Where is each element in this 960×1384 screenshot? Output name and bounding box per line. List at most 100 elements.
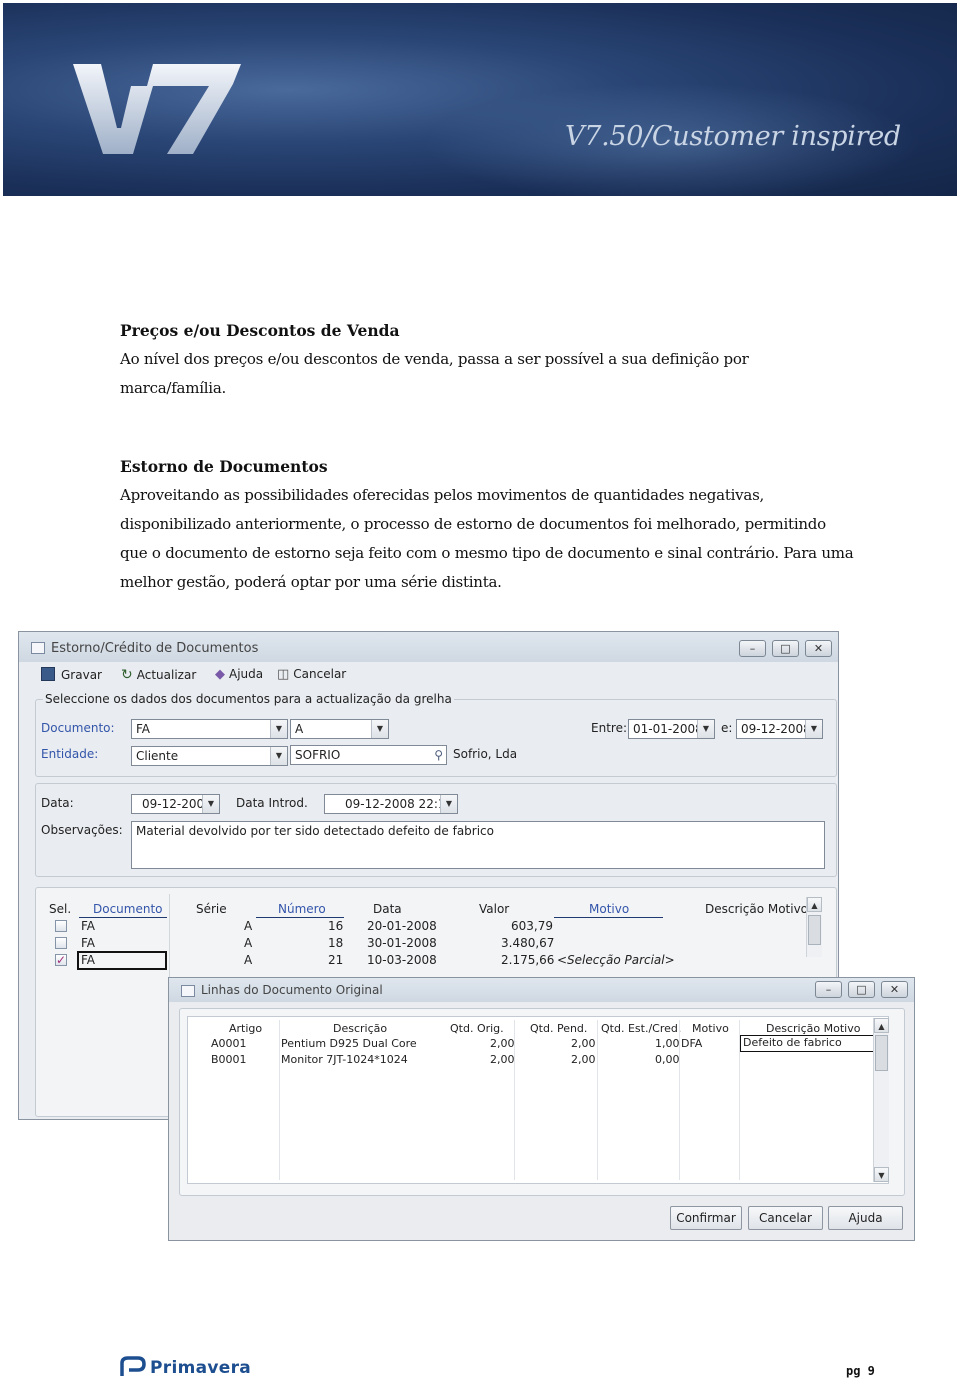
- grid-scrollbar[interactable]: ▲: [806, 897, 822, 957]
- cancelar-button[interactable]: Cancelar: [748, 1206, 823, 1230]
- cell-documento-selected[interactable]: FA: [77, 951, 167, 970]
- entidade-code: SOFRIO: [295, 748, 341, 762]
- chevron-down-icon[interactable]: ▼: [805, 720, 822, 738]
- close-button[interactable]: ✕: [881, 981, 908, 998]
- primavera-emblem-icon: [120, 1356, 146, 1376]
- row-checkbox[interactable]: [55, 920, 67, 932]
- col-artigo[interactable]: Artigo: [229, 1022, 262, 1035]
- row-checkbox-checked[interactable]: ✓: [55, 954, 67, 966]
- chevron-down-icon[interactable]: ▼: [697, 720, 714, 738]
- confirmar-button[interactable]: Confirmar: [670, 1206, 742, 1230]
- cell-data: 10-03-2008: [367, 953, 437, 967]
- search-icon[interactable]: ⚲: [434, 746, 443, 764]
- col-qtd-est-cred[interactable]: Qtd. Est./Cred.: [601, 1022, 681, 1035]
- scroll-thumb[interactable]: [875, 1035, 888, 1071]
- actualizar-label: Actualizar: [136, 668, 197, 682]
- cancelar-button[interactable]: ◫ Cancelar: [277, 667, 346, 682]
- entidade-value: Cliente: [136, 749, 179, 763]
- ajuda-button[interactable]: ◆ Ajuda: [215, 667, 263, 682]
- window-controls: – □ ✕: [815, 981, 908, 998]
- window-icon: [181, 985, 195, 997]
- observacoes-value: Material devolvido por ter sido detectad…: [136, 824, 494, 838]
- entidade-select[interactable]: Cliente ▼: [131, 746, 288, 766]
- cell-descricao: Pentium D925 Dual Core: [281, 1037, 417, 1050]
- window-title: Linhas do Documento Original: [201, 983, 383, 997]
- cell-valor: 3.480,67: [501, 936, 555, 950]
- ajuda-button[interactable]: Ajuda: [828, 1206, 903, 1230]
- serie-value: A: [295, 722, 304, 736]
- entre-date-input[interactable]: 01-01-2008 ▼: [628, 719, 715, 739]
- cell-documento: FA: [81, 936, 96, 950]
- cell-motivo: <Selecção Parcial>: [557, 953, 675, 967]
- entidade-code-input[interactable]: SOFRIO ⚲: [290, 745, 447, 765]
- col-motivo[interactable]: Motivo: [589, 902, 629, 916]
- chevron-down-icon[interactable]: ▼: [270, 720, 287, 738]
- title-bar: Estorno/Crédito de Documentos – □ ✕: [19, 632, 838, 662]
- chevron-down-icon[interactable]: ▼: [202, 795, 219, 813]
- chevron-down-icon[interactable]: ▼: [440, 795, 457, 813]
- minimize-button[interactable]: –: [815, 981, 842, 998]
- entre-value: 01-01-2008: [633, 722, 703, 736]
- header-underline: [554, 917, 663, 918]
- col-valor[interactable]: Valor: [479, 902, 509, 916]
- section-title: Estorno de Documentos: [120, 457, 328, 476]
- banner-tagline: V7.50/Customer inspired: [565, 121, 901, 152]
- maximize-button[interactable]: □: [848, 981, 875, 998]
- col-data[interactable]: Data: [373, 902, 402, 916]
- paragraph-line: Aproveitando as possibilidades oferecida…: [120, 486, 765, 504]
- col-qtd-orig[interactable]: Qtd. Orig.: [450, 1022, 504, 1035]
- actualizar-button[interactable]: ↻ Actualizar: [121, 667, 196, 683]
- data-input[interactable]: 09-12-2008 ▼: [131, 794, 220, 814]
- ate-date-input[interactable]: 09-12-2008 ▼: [736, 719, 823, 739]
- col-descricao-motivo[interactable]: Descrição Motivo: [766, 1022, 860, 1035]
- data-label: Data:: [41, 796, 74, 810]
- chevron-down-icon[interactable]: ▼: [371, 720, 388, 738]
- refresh-icon: ↻: [121, 667, 133, 683]
- grid-column-divider: [279, 1020, 280, 1180]
- cell-descricao-motivo-selected[interactable]: Defeito de fabrico: [740, 1035, 874, 1052]
- col-descricao[interactable]: Descrição: [333, 1022, 387, 1035]
- cell-data: 30-01-2008: [367, 936, 437, 950]
- observacoes-textarea[interactable]: Material devolvido por ter sido detectad…: [131, 821, 825, 869]
- scroll-up-icon[interactable]: ▲: [807, 897, 822, 912]
- col-motivo[interactable]: Motivo: [692, 1022, 729, 1035]
- paragraph-line: Ao nível dos preços e/ou descontos de ve…: [120, 350, 749, 368]
- section-title: Preços e/ou Descontos de Venda: [120, 321, 400, 340]
- chevron-down-icon[interactable]: ▼: [270, 747, 287, 765]
- col-sel: Sel.: [49, 902, 72, 916]
- scroll-thumb[interactable]: [808, 915, 821, 945]
- close-button[interactable]: ✕: [805, 640, 832, 657]
- cell-qtd-est: 1,00: [655, 1037, 680, 1050]
- cell-data: 20-01-2008: [367, 919, 437, 933]
- col-qtd-pend[interactable]: Qtd. Pend.: [530, 1022, 587, 1035]
- cell-descricao: Monitor 7JT-1024*1024: [281, 1053, 408, 1066]
- gravar-button[interactable]: Gravar: [41, 667, 102, 682]
- paragraph-line: disponibilizado anteriormente, o process…: [120, 515, 826, 533]
- cell-qtd-pend: 2,00: [571, 1037, 596, 1050]
- cell-serie: A: [244, 936, 253, 950]
- cell-qtd-pend: 2,00: [571, 1053, 596, 1066]
- grid-column-divider: [514, 1020, 515, 1180]
- lines-scrollbar[interactable]: ▲ ▼: [873, 1018, 889, 1182]
- help-icon: ◆: [215, 667, 225, 682]
- cell-valor: 603,79: [511, 919, 553, 933]
- serie-select[interactable]: A ▼: [290, 719, 389, 739]
- row-checkbox[interactable]: [55, 937, 67, 949]
- scroll-up-icon[interactable]: ▲: [874, 1018, 889, 1033]
- data-introd-input[interactable]: 09-12-2008 22:18 ▼: [324, 794, 458, 814]
- e-value: 09-12-2008: [741, 722, 811, 736]
- cell-numero: 16: [328, 919, 344, 933]
- cell-numero: 18: [328, 936, 344, 950]
- col-serie[interactable]: Série: [196, 902, 227, 916]
- cancel-icon: ◫: [277, 667, 290, 682]
- e-label: e:: [721, 721, 733, 735]
- header-banner: V7.50/Customer inspired: [3, 3, 957, 196]
- minimize-button[interactable]: –: [739, 640, 766, 657]
- documento-select[interactable]: FA ▼: [131, 719, 288, 739]
- scroll-down-icon[interactable]: ▼: [874, 1167, 889, 1182]
- col-descricao-motivo[interactable]: Descrição Motivo: [705, 902, 808, 916]
- entidade-name: Sofrio, Lda: [453, 747, 518, 761]
- col-documento[interactable]: Documento: [93, 902, 163, 916]
- maximize-button[interactable]: □: [772, 640, 799, 657]
- col-numero[interactable]: Número: [278, 902, 326, 916]
